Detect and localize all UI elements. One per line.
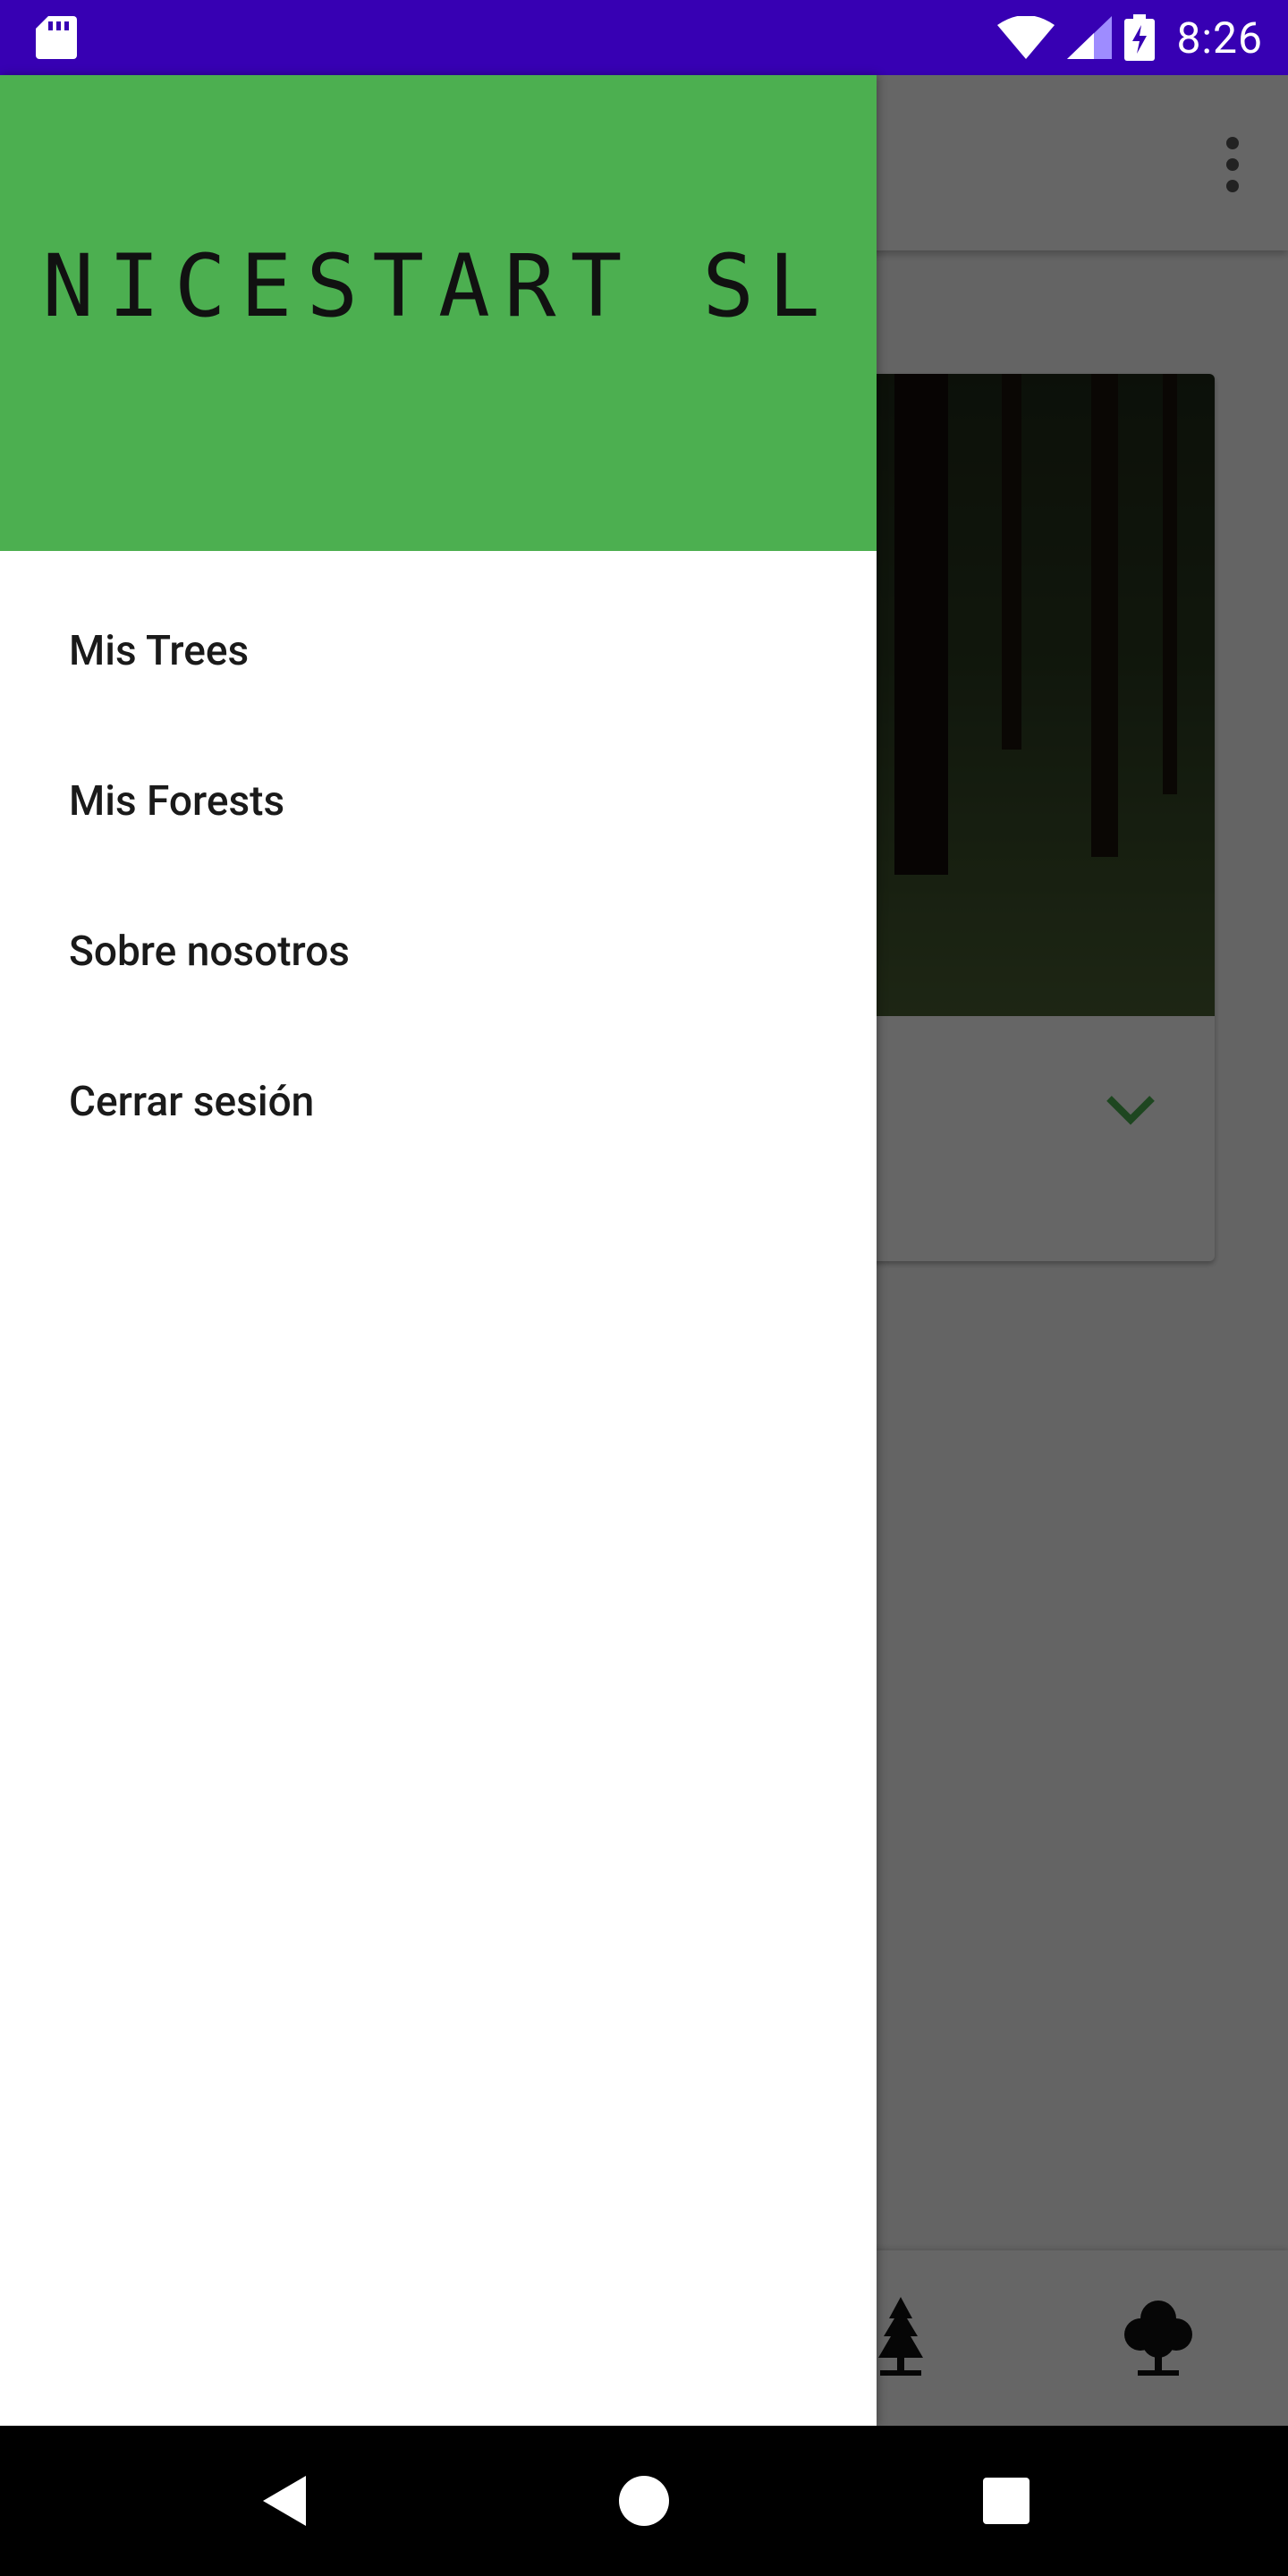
drawer-header: NICESTART SL <box>0 75 877 551</box>
wifi-icon <box>997 16 1055 59</box>
menu-item-sobre-nosotros[interactable]: Sobre nosotros <box>0 877 877 1027</box>
drawer-header-title: NICESTART SL <box>42 236 835 336</box>
sd-card-icon <box>36 16 77 59</box>
menu-item-mis-forests[interactable]: Mis Forests <box>0 726 877 877</box>
status-bar: 8:26 <box>0 0 1288 75</box>
menu-item-cerrar-sesion[interactable]: Cerrar sesión <box>0 1027 877 1177</box>
home-icon <box>619 2476 669 2526</box>
drawer-menu: Mis Trees Mis Forests Sobre nosotros Cer… <box>0 576 877 1177</box>
home-button[interactable] <box>581 2426 707 2576</box>
battery-charging-icon <box>1124 14 1156 61</box>
navigation-drawer: NICESTART SL Mis Trees Mis Forests Sobre… <box>0 75 877 2426</box>
back-icon <box>263 2476 306 2526</box>
back-button[interactable] <box>222 2426 347 2576</box>
system-navigation-bar <box>0 2426 1288 2576</box>
status-time: 8:26 <box>1176 12 1263 64</box>
recents-button[interactable] <box>944 2426 1069 2576</box>
recents-icon <box>983 2478 1030 2524</box>
menu-item-mis-trees[interactable]: Mis Trees <box>0 576 877 726</box>
signal-icon <box>1067 16 1113 59</box>
